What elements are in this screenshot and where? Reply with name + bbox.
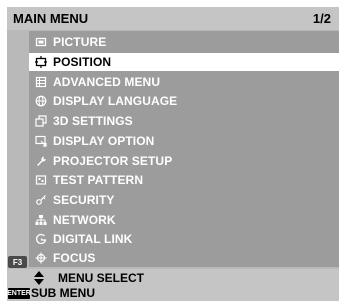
menu-header: MAIN MENU 1/2 [7,7,339,30]
menu-item-projector-setup[interactable]: PROJECTOR SETUP [29,152,339,170]
menu-item-label: 3D SETTINGS [53,114,133,128]
menu-item-label: TEST PATTERN [53,173,144,187]
menu-item-position[interactable]: POSITION [29,53,339,71]
menu-item-3d-settings[interactable]: 3D SETTINGS [29,112,339,130]
globe-icon [35,95,47,107]
menu-item-label: DISPLAY OPTION [53,134,155,148]
menu-item-digital-link[interactable]: DIGITAL LINK [29,230,339,248]
focus-icon [35,252,47,264]
function-key-badge: F3 [8,256,27,268]
position-icon [35,56,47,68]
menu-item-label: POSITION [53,55,112,69]
sub-menu-hint: ENTER SUB MENU [7,285,339,301]
menu-item-security[interactable]: SECURITY [29,191,339,209]
menu-item-display-language[interactable]: DISPLAY LANGUAGE [29,92,339,110]
menu-item-label: PROJECTOR SETUP [53,154,173,168]
menu-item-picture[interactable]: PICTURE [29,33,339,51]
menu-list: PICTURE POSITION ADVANCED MENU DISPLAY L… [29,31,339,267]
network-icon [35,214,47,226]
sub-menu-label: SUB MENU [31,286,96,300]
wrench-icon [35,155,47,167]
page-indicator: 1/2 [312,11,331,26]
up-down-arrows-icon [33,271,45,285]
menu-item-network[interactable]: NETWORK [29,211,339,229]
picture-icon [35,36,47,48]
menu-item-label: ADVANCED MENU [53,75,161,89]
menu-item-label: DISPLAY LANGUAGE [53,94,178,108]
menu-item-label: PICTURE [53,35,107,49]
display-option-icon [35,135,47,147]
menu-item-advanced-menu[interactable]: ADVANCED MENU [29,73,339,91]
test-pattern-icon [35,174,47,186]
key-icon [35,194,47,206]
digital-link-icon [35,233,47,245]
menu-item-label: NETWORK [53,213,116,227]
enter-key-badge: ENTER [7,288,31,299]
menu-item-label: DIGITAL LINK [53,232,133,246]
3d-settings-icon [35,115,47,127]
menu-item-display-option[interactable]: DISPLAY OPTION [29,132,339,150]
advanced-menu-icon [35,76,47,88]
menu-item-focus[interactable]: FOCUS [29,249,339,267]
menu-item-label: FOCUS [53,251,96,265]
menu-select-hint: MENU SELECT [7,270,339,286]
menu-select-label: MENU SELECT [58,271,145,285]
menu-item-test-pattern[interactable]: TEST PATTERN [29,171,339,189]
menu-item-label: SECURITY [53,193,115,207]
osd-panel: MAIN MENU 1/2 PICTURE POSITION ADVANCED … [7,7,339,301]
menu-footer: MENU SELECT ENTER SUB MENU [7,269,339,301]
menu-title: MAIN MENU [13,11,89,26]
